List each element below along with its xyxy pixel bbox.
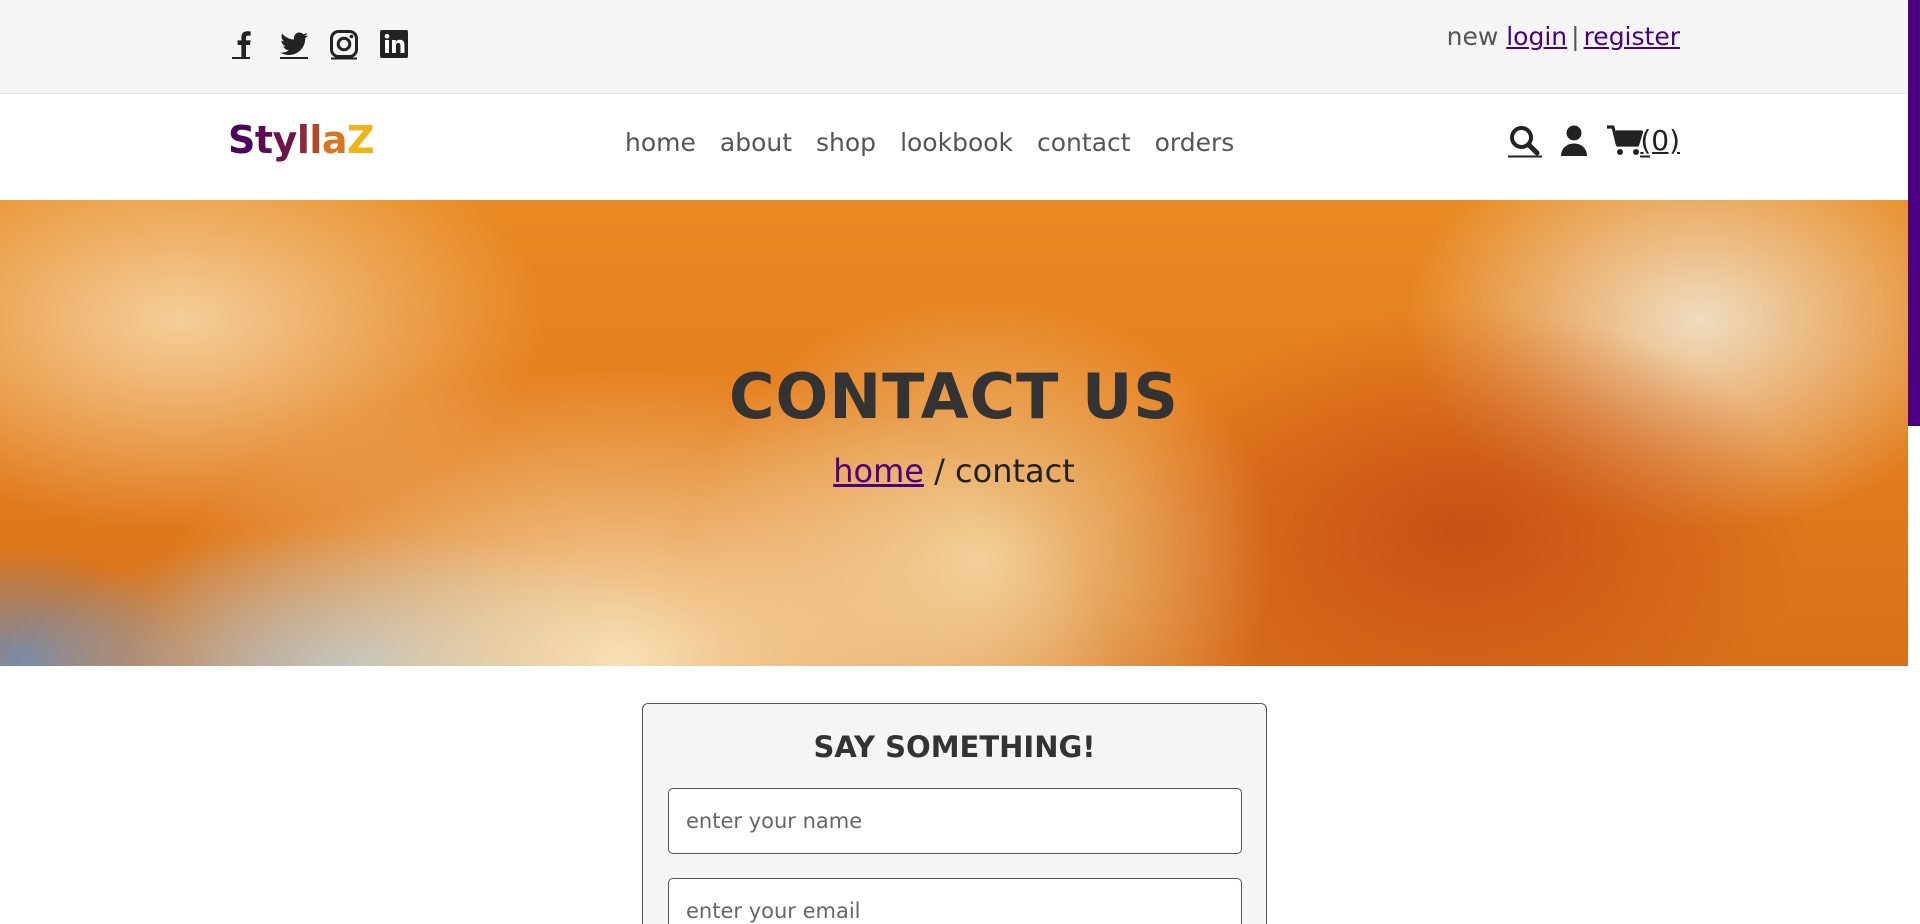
breadcrumb-current: / contact — [923, 452, 1075, 490]
social-links — [228, 28, 410, 60]
email-input[interactable] — [668, 878, 1242, 924]
facebook-icon — [232, 31, 251, 59]
scrollbar-thumb[interactable] — [1908, 0, 1920, 426]
register-link[interactable]: register — [1584, 22, 1680, 51]
hero-banner: CONTACT US home / contact — [0, 200, 1908, 666]
page: new login | register StyllaZ home about sh… — [0, 0, 1908, 666]
logo-letter: l — [296, 118, 310, 162]
logo-letter: y — [272, 118, 298, 162]
nav-lookbook[interactable]: lookbook — [888, 128, 1025, 157]
auth-separator: | — [1571, 22, 1580, 51]
nav-about[interactable]: about — [708, 128, 804, 157]
logo-letter: S — [228, 118, 255, 162]
header-icons: (0) — [1508, 124, 1680, 158]
name-input[interactable] — [668, 788, 1242, 854]
main-nav: home about shop lookbook contact orders — [625, 128, 1246, 157]
main-header: StyllaZ home about shop lookbook contact… — [0, 94, 1908, 200]
logo-letter: Z — [347, 118, 375, 162]
cart-button[interactable]: (0) — [1606, 124, 1680, 158]
twitter-icon — [280, 32, 308, 59]
nav-contact[interactable]: contact — [1025, 128, 1143, 157]
contact-form: SAY SOMETHING! — [642, 703, 1267, 924]
form-title: SAY SOMETHING! — [813, 730, 1096, 764]
scrollbar-track[interactable] — [1908, 0, 1920, 924]
logo-letter: t — [254, 118, 273, 162]
account-button[interactable] — [1560, 125, 1588, 157]
nav-home[interactable]: home — [625, 128, 708, 157]
cart-count: (0) — [1640, 124, 1680, 157]
logo[interactable]: StyllaZ — [228, 118, 375, 162]
search-icon — [1508, 126, 1543, 158]
facebook-link[interactable] — [228, 28, 260, 60]
nav-orders[interactable]: orders — [1143, 128, 1247, 157]
logo-letter: a — [321, 118, 348, 162]
search-button[interactable] — [1508, 124, 1543, 158]
linkedin-link[interactable] — [378, 28, 410, 60]
breadcrumb: home / contact — [0, 452, 1908, 490]
user-icon — [1561, 125, 1588, 156]
linkedin-icon — [380, 30, 408, 58]
page-title: CONTACT US — [729, 360, 1179, 433]
instagram-link[interactable] — [328, 28, 360, 60]
nav-shop[interactable]: shop — [804, 128, 888, 157]
breadcrumb-home-link[interactable]: home — [833, 452, 924, 490]
auth-links: new login | register — [1447, 22, 1680, 51]
instagram-icon — [330, 30, 358, 60]
logo-letter: l — [309, 118, 322, 162]
login-link[interactable]: login — [1506, 22, 1567, 51]
auth-prefix: new — [1446, 22, 1499, 51]
twitter-link[interactable] — [278, 28, 310, 60]
top-bar: new login | register — [0, 0, 1908, 94]
